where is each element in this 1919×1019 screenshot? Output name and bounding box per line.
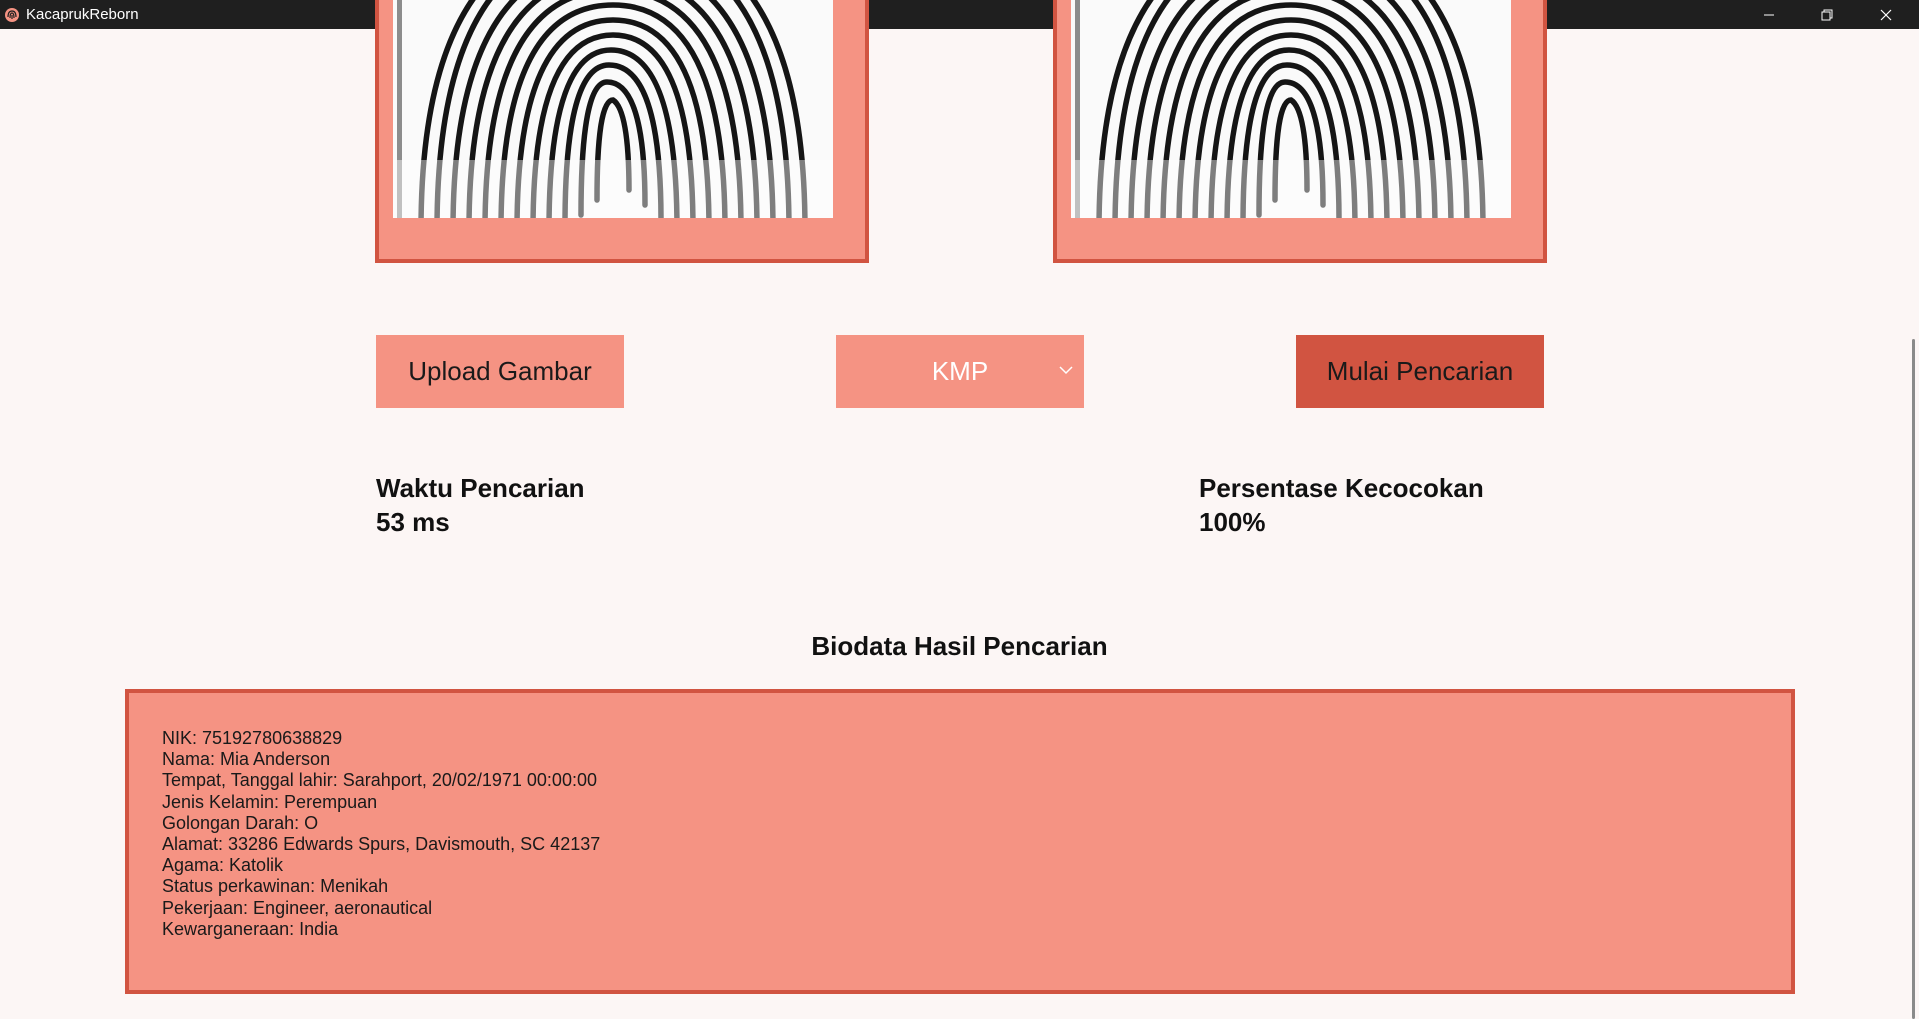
biodata-birth: Tempat, Tanggal lahir: Sarahport, 20/02/… <box>162 770 597 791</box>
match-percentage-label: Persentase Kecocokan <box>1199 473 1484 503</box>
upload-image-button[interactable]: Upload Gambar <box>376 335 624 408</box>
biodata-list: NIK: 75192780638829 Nama: Mia Anderson T… <box>162 728 600 940</box>
biodata-occupation: Pekerjaan: Engineer, aeronautical <box>162 897 433 918</box>
biodata-marital-status: Status perkawinan: Menikah <box>162 876 389 897</box>
close-icon <box>1880 9 1892 21</box>
start-search-button[interactable]: Mulai Pencarian <box>1296 335 1544 408</box>
biodata-address: Alamat: 33286 Edwards Spurs, Davismouth,… <box>162 834 601 855</box>
close-button[interactable] <box>1858 0 1916 29</box>
input-fingerprint-image <box>393 0 833 218</box>
minimize-icon <box>1764 14 1774 16</box>
input-fingerprint-frame <box>375 0 869 263</box>
title-bar: KacaprukReborn <box>0 0 1919 29</box>
biodata-religion: Agama: Katolik <box>162 855 284 876</box>
restore-button[interactable] <box>1799 0 1857 29</box>
search-time-label: Waktu Pencarian <box>376 473 585 503</box>
biodata-title: Biodata Hasil Pencarian <box>811 631 1108 661</box>
scrollbar-thumb[interactable] <box>1912 339 1915 1019</box>
chevron-down-icon <box>1059 366 1073 375</box>
app-title: KacaprukReborn <box>26 6 139 23</box>
biodata-citizenship: Kewarganeraan: India <box>162 918 339 939</box>
vertical-scrollbar[interactable] <box>1907 29 1919 1019</box>
biodata-blood-type: Golongan Darah: O <box>162 812 319 833</box>
fingerprint-icon <box>5 8 19 22</box>
biodata-panel: NIK: 75192780638829 Nama: Mia Anderson T… <box>125 689 1795 994</box>
biodata-name: Nama: Mia Anderson <box>162 749 331 770</box>
match-percentage-value: 100% <box>1199 507 1266 537</box>
minimize-button[interactable] <box>1741 0 1799 29</box>
restore-icon <box>1821 9 1833 21</box>
algorithm-select[interactable]: KMP <box>836 335 1084 408</box>
matched-fingerprint-image <box>1071 0 1511 218</box>
biodata-nik: NIK: 75192780638829 <box>162 728 343 748</box>
search-time-value: 53 ms <box>376 507 450 537</box>
algorithm-select-value: KMP <box>931 356 989 386</box>
biodata-gender: Jenis Kelamin: Perempuan <box>162 791 378 812</box>
matched-fingerprint-frame <box>1053 0 1547 263</box>
